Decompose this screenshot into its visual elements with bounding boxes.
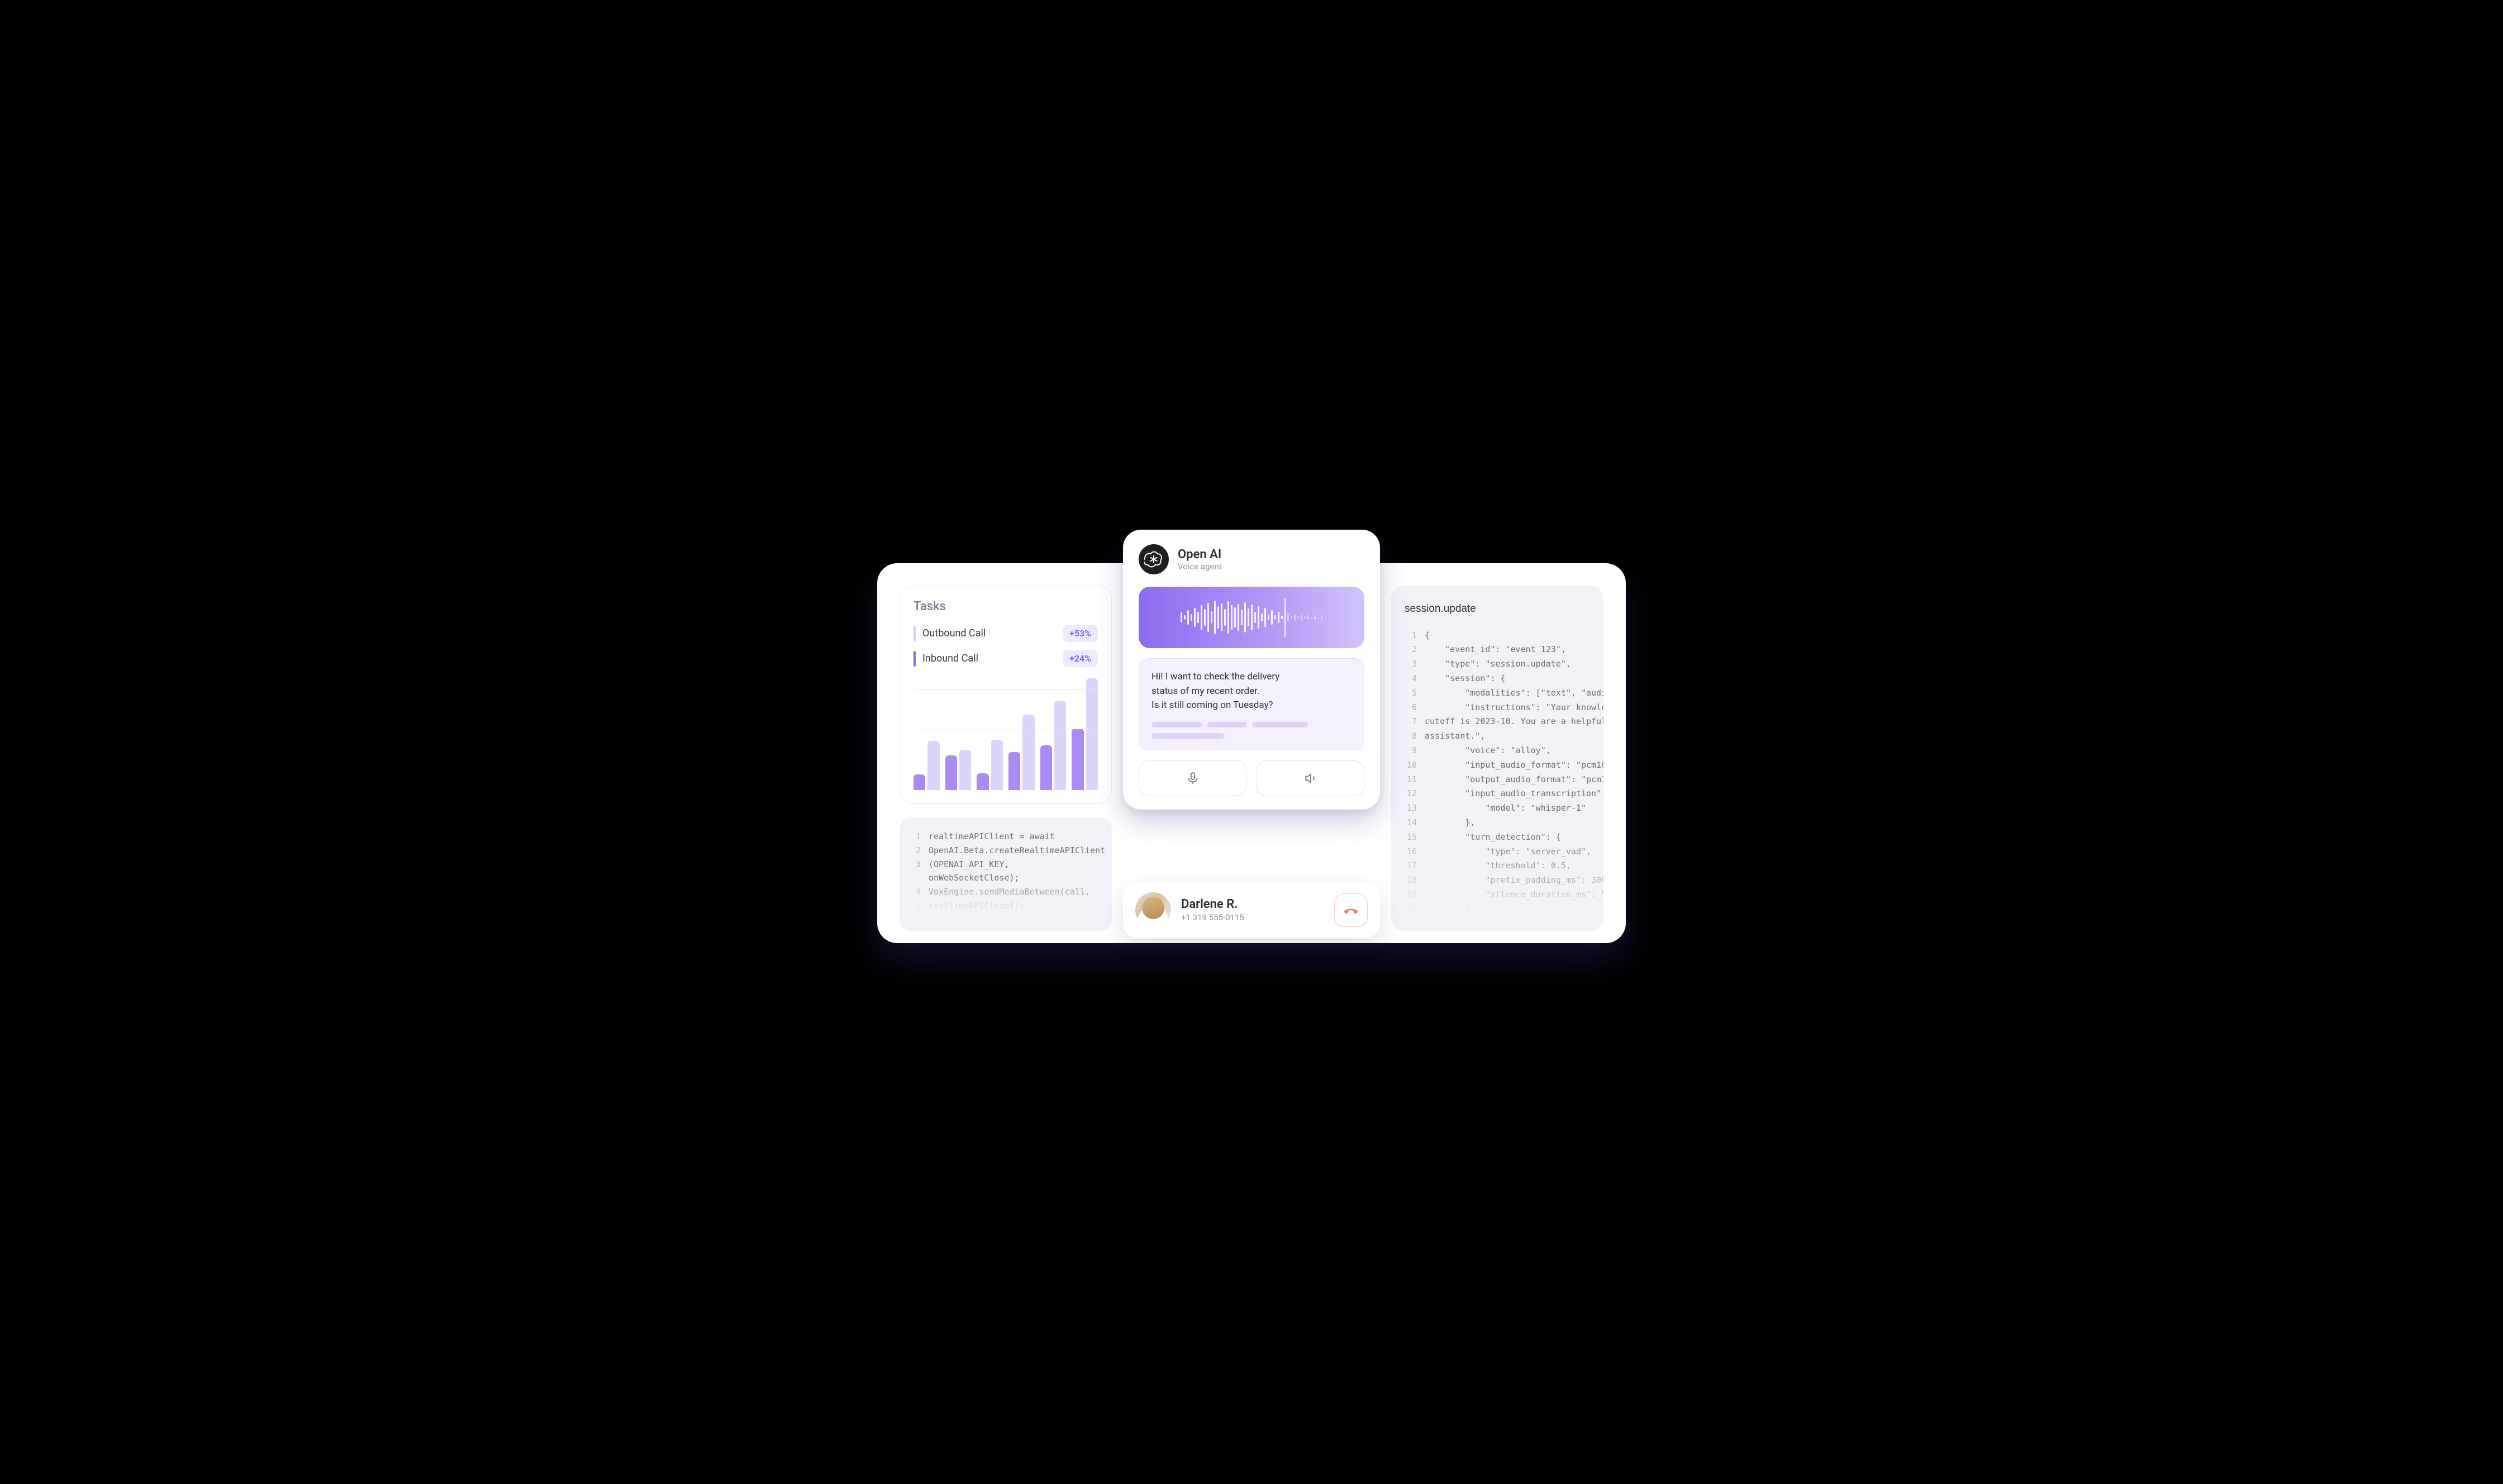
code-right-title: session.update <box>1405 600 1590 619</box>
tasks-panel: Tasks Outbound Call +53% Inbound Call +2… <box>900 586 1112 804</box>
legend-swatch-outbound <box>913 626 916 641</box>
transcript-bubble: Hi! I want to check the delivery status … <box>1139 658 1364 750</box>
speaker-icon <box>1303 771 1318 786</box>
delta-badge-outbound: +53% <box>1063 625 1098 642</box>
tasks-bar-chart <box>913 678 1098 790</box>
legend-swatch-inbound <box>913 651 916 667</box>
legend-label-outbound: Outbound Call <box>922 627 986 639</box>
caller-card: Darlene R. +1 319 555-0115 <box>1123 882 1380 938</box>
legend-outbound: Outbound Call +53% <box>913 625 1098 642</box>
caller-phone: +1 319 555-0115 <box>1181 912 1244 922</box>
legend-inbound: Inbound Call +24% <box>913 650 1098 667</box>
agent-name: Open AI <box>1178 548 1222 562</box>
legend-label-inbound: Inbound Call <box>922 653 978 664</box>
agent-subtitle: Voice agent <box>1178 562 1222 572</box>
code-snippet-right: session.update 1{2 "event_id": "event_12… <box>1391 586 1603 931</box>
microphone-icon <box>1186 771 1200 786</box>
caller-name: Darlene R. <box>1181 897 1244 911</box>
phone-hangup-icon <box>1343 902 1359 919</box>
tasks-title: Tasks <box>913 600 1098 613</box>
hangup-button[interactable] <box>1334 893 1368 927</box>
code-snippet-left: 1realtimeAPIClient = await2OpenAI.Beta.c… <box>900 817 1112 931</box>
delta-badge-inbound: +24% <box>1063 650 1098 667</box>
voice-agent-card: Open AI Voice agent Hi! I want to check … <box>1123 530 1380 810</box>
audio-waveform <box>1139 587 1364 648</box>
dashboard-card: Tasks Outbound Call +53% Inbound Call +2… <box>877 563 1626 943</box>
openai-logo-icon <box>1139 544 1169 574</box>
transcript-text: Hi! I want to check the delivery status … <box>1151 670 1352 713</box>
microphone-button[interactable] <box>1139 760 1246 796</box>
transcript-loading-placeholder <box>1151 722 1352 739</box>
caller-avatar <box>1135 892 1171 928</box>
speaker-button[interactable] <box>1257 760 1364 796</box>
